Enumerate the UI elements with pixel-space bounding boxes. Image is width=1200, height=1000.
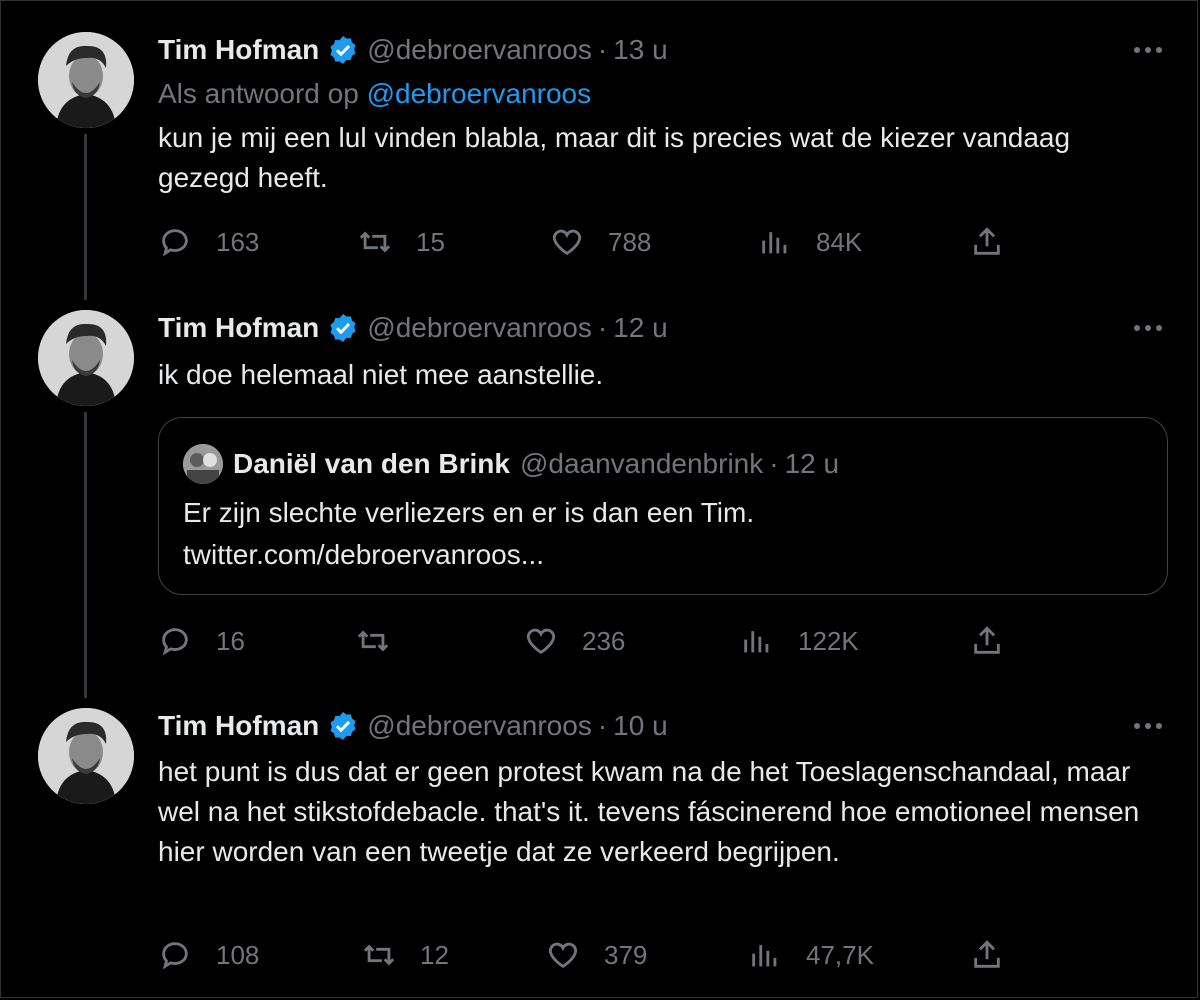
retweet-button[interactable]: [356, 621, 414, 661]
separator-dot: ·: [597, 34, 608, 65]
separator-dot: ·: [597, 312, 608, 343]
tweet-actions: 163 15 788 84K: [158, 222, 1058, 262]
retweet-icon: [363, 944, 395, 966]
reply-button[interactable]: 108: [158, 935, 259, 975]
views-icon: [744, 631, 769, 653]
separator-dot: ·: [769, 448, 779, 479]
share-button[interactable]: [970, 935, 1004, 975]
reply-icon: [162, 229, 188, 257]
quoted-tweet-text: Er zijn slechte verliezers en er is dan …: [183, 492, 754, 576]
separator-dot: ·: [597, 710, 608, 741]
like-button[interactable]: 379: [546, 935, 647, 975]
quoted-tweet-header: Daniël van den Brink @daanvandenbrink · …: [183, 444, 840, 484]
thread-connector: [84, 412, 87, 698]
retweet-button[interactable]: 12: [362, 935, 449, 975]
reply-count: 163: [216, 226, 260, 257]
reply-prefix: Als antwoord op: [158, 78, 359, 109]
views-count: 47,7K: [806, 939, 874, 970]
like-count: 788: [608, 226, 652, 257]
reply-mention-link[interactable]: @debroervanroos: [367, 78, 592, 109]
tweet-text: ik doe helemaal niet mee aanstellie.: [158, 359, 604, 390]
tweet-actions: 16 236 122K: [158, 621, 1058, 661]
like-count: 236: [582, 625, 626, 656]
avatar[interactable]: [38, 310, 134, 406]
display-name[interactable]: Tim Hofman: [158, 710, 319, 742]
reply-button[interactable]: 163: [158, 222, 259, 262]
tweet-text: kun je mij een lul vinden blabla, maar d…: [158, 122, 1071, 193]
retweet-icon: [359, 231, 391, 253]
like-button[interactable]: 788: [550, 222, 651, 262]
views-count: 122K: [798, 625, 859, 656]
views-count: 84K: [816, 226, 863, 257]
like-icon: [526, 628, 556, 655]
reply-count: 16: [216, 625, 245, 656]
timestamp[interactable]: 13 u: [613, 34, 668, 66]
user-handle[interactable]: @debroervanroos: [367, 34, 592, 66]
like-count: 379: [604, 939, 648, 970]
timestamp[interactable]: 10 u: [613, 710, 668, 742]
like-button[interactable]: 236: [524, 621, 625, 661]
more-icon[interactable]: [1134, 318, 1168, 338]
retweet-count: 12: [420, 939, 449, 970]
quoted-user-handle: @daanvandenbrink: [519, 448, 764, 479]
quoted-text-line: Er zijn slechte verliezers en er is dan …: [183, 497, 755, 528]
quoted-timestamp: 12 u: [784, 448, 840, 479]
quoted-tweet[interactable]: Daniël van den Brink @daanvandenbrink · …: [158, 417, 1168, 595]
share-icon: [974, 227, 1000, 255]
views-button[interactable]: 47,7K: [748, 935, 874, 975]
quoted-display-name: Daniël van den Brink: [233, 448, 510, 479]
tweet-text: het punt is dus dat er geen protest kwam…: [158, 756, 1140, 867]
views-icon: [762, 232, 787, 254]
retweet-icon: [357, 630, 389, 652]
quoted-link[interactable]: twitter.com/debroervanroos...: [183, 534, 754, 576]
tweet-header: Tim Hofman @debroervanroos · 13 u: [158, 32, 668, 68]
reply-icon: [162, 942, 188, 970]
quoted-avatar: [183, 444, 223, 484]
display-name[interactable]: Tim Hofman: [158, 312, 319, 344]
reply-button[interactable]: 16: [158, 621, 245, 661]
views-button[interactable]: 122K: [740, 621, 859, 661]
reply-count: 108: [216, 939, 260, 970]
retweet-count: 15: [416, 226, 445, 257]
tweet-actions: 108 12 379 47,7K: [158, 935, 1058, 975]
reply-context: Als antwoord op @debroervanroos: [158, 78, 591, 110]
more-icon[interactable]: [1134, 716, 1168, 736]
verified-badge-icon: [330, 712, 356, 740]
user-handle[interactable]: @debroervanroos: [367, 312, 592, 344]
more-icon[interactable]: [1134, 40, 1168, 60]
avatar[interactable]: [38, 708, 134, 804]
views-button[interactable]: 84K: [758, 222, 862, 262]
share-icon: [974, 626, 1000, 654]
reply-icon: [162, 628, 188, 656]
views-icon: [752, 945, 777, 967]
verified-badge-icon: [330, 314, 356, 342]
retweet-button[interactable]: 15: [358, 222, 445, 262]
verified-badge-icon: [330, 36, 356, 64]
share-button[interactable]: [970, 621, 1004, 661]
avatar[interactable]: [38, 32, 134, 128]
share-icon: [974, 940, 1000, 968]
tweet-header: Tim Hofman @debroervanroos · 10 u: [158, 708, 668, 744]
like-icon: [552, 229, 582, 256]
like-icon: [548, 942, 578, 969]
share-button[interactable]: [970, 222, 1004, 262]
display-name[interactable]: Tim Hofman: [158, 34, 319, 66]
user-handle[interactable]: @debroervanroos: [367, 710, 592, 742]
thread-connector: [84, 134, 87, 300]
timestamp[interactable]: 12 u: [613, 312, 668, 344]
tweet-header: Tim Hofman @debroervanroos · 12 u: [158, 310, 668, 346]
